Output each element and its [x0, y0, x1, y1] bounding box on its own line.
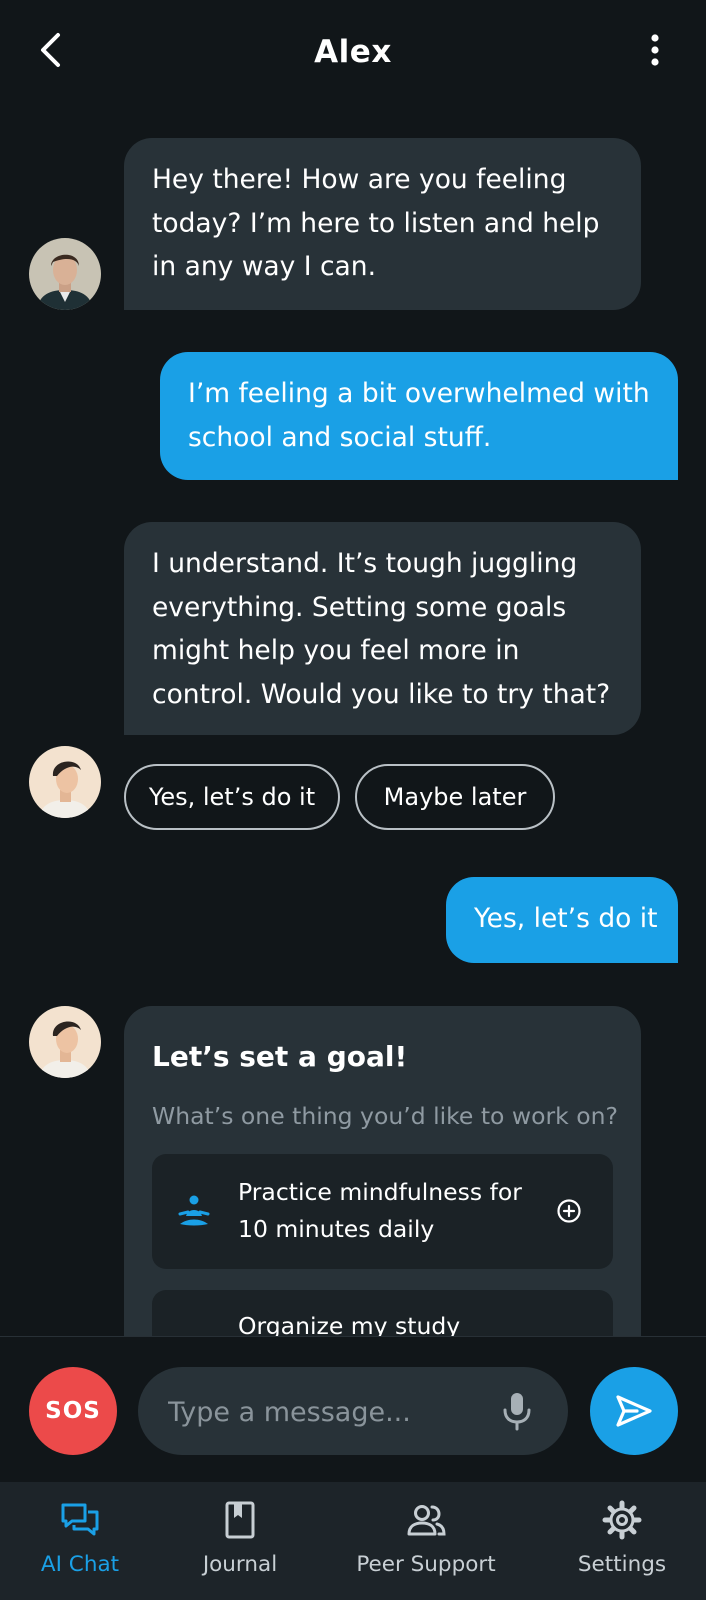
message-line: I understand. It’s tough juggling — [152, 548, 578, 579]
nav-item-settings[interactable]: Settings — [566, 1482, 678, 1600]
goal-card: Let’s set a goal! What’s one thing you’d… — [124, 1006, 641, 1336]
goal-option-mindfulness[interactable]: Practice mindfulness for 10 minutes dail… — [152, 1154, 613, 1269]
message-field[interactable] — [138, 1367, 568, 1457]
bot-avatar — [29, 238, 101, 310]
goal-option-label: Practice mindfulness for 10 minutes dail… — [238, 1174, 538, 1248]
quick-reply-maybe-later[interactable]: Maybe later — [355, 764, 555, 830]
meditation-icon — [178, 1195, 210, 1226]
message-line: might help you feel more in — [152, 635, 520, 666]
message-line: control. Would you like to try that? — [152, 678, 611, 710]
message-line: today? I’m here to listen and help — [152, 207, 600, 239]
add-circle-icon[interactable] — [556, 1198, 582, 1224]
people-icon — [407, 1505, 446, 1536]
avatar-image — [29, 1006, 101, 1078]
gear-icon — [602, 1500, 642, 1540]
message-line: I’m feeling a bit overwhelmed with — [188, 378, 650, 409]
chat-thread[interactable]: Hey there! How are you feeling today? I’… — [0, 112, 706, 1336]
bot-avatar — [29, 746, 101, 818]
message-line: everything. Setting some goals — [152, 591, 567, 623]
composer-bar: SOS — [0, 1336, 706, 1483]
quick-reply-yes[interactable]: Yes, let’s do it — [124, 764, 340, 830]
nav-item-label: Settings — [577, 1552, 667, 1577]
user-message: I’m feeling a bit overwhelmed with schoo… — [160, 352, 678, 480]
message-line: in any way I can. — [152, 251, 377, 282]
bot-avatar — [29, 1006, 101, 1078]
chat-header: Alex — [0, 0, 706, 112]
bot-message: I understand. It’s tough juggling everyt… — [124, 522, 641, 735]
microphone-icon[interactable] — [498, 1390, 536, 1432]
nav-item-label: Journal — [202, 1552, 278, 1577]
message-line: Hey there! How are you feeling — [152, 164, 567, 195]
message-line: school and social stuff. — [188, 421, 492, 453]
avatar-image — [29, 238, 101, 310]
nav-item-ai-chat[interactable]: AI Chat — [24, 1482, 136, 1600]
bot-message: Hey there! How are you feeling today? I’… — [124, 138, 641, 310]
bottom-nav: AI Chat Journal Peer Support Settings — [0, 1482, 706, 1600]
user-message: Yes, let’s do it — [446, 877, 678, 963]
nav-item-label: Peer Support — [356, 1552, 496, 1577]
send-icon — [616, 1395, 652, 1427]
more-options-button[interactable] — [640, 30, 670, 70]
goal-card-subtitle: What’s one thing you’d like to work on? — [152, 1102, 618, 1130]
send-button[interactable] — [590, 1367, 678, 1455]
nav-item-label: AI Chat — [40, 1552, 120, 1577]
nav-item-peer-support[interactable]: Peer Support — [356, 1482, 496, 1600]
goal-option-line: Practice mindfulness for — [238, 1178, 522, 1206]
goal-option-study[interactable]: Organize my study — [152, 1290, 613, 1336]
avatar-image — [29, 746, 101, 818]
goal-card-title: Let’s set a goal! — [152, 1040, 408, 1073]
more-vertical-icon — [651, 34, 659, 66]
goal-option-line: 10 minutes daily — [238, 1215, 435, 1243]
nav-item-journal[interactable]: Journal — [184, 1482, 296, 1600]
chat-icon — [61, 1503, 99, 1536]
page-title: Alex — [314, 34, 392, 70]
journal-icon — [225, 1501, 255, 1539]
goal-option-label: Organize my study — [238, 1312, 461, 1336]
message-line: Yes, let’s do it — [474, 903, 658, 934]
sos-button[interactable]: SOS — [29, 1367, 117, 1455]
message-input[interactable] — [166, 1367, 470, 1457]
